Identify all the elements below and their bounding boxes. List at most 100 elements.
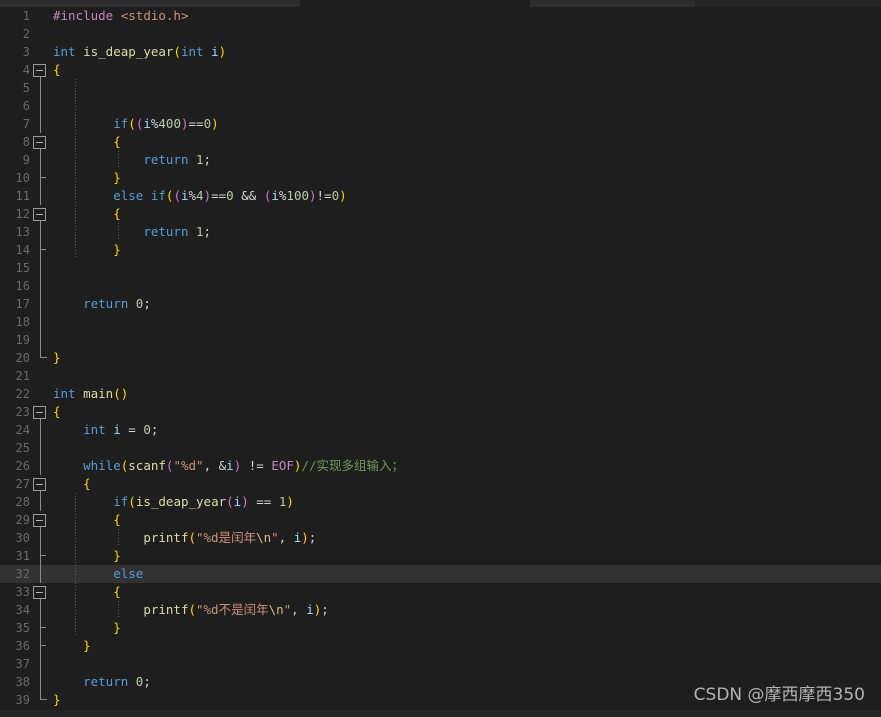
code-line[interactable]: 24 int i = 0;: [0, 421, 881, 439]
code-line[interactable]: 19: [0, 331, 881, 349]
code-line[interactable]: 37: [0, 655, 881, 673]
fold-collapse-icon[interactable]: [33, 514, 46, 527]
line-content: {: [53, 583, 121, 601]
token-brace: (: [226, 494, 234, 509]
token-brace3: }: [113, 170, 121, 185]
code-line[interactable]: 31 }: [0, 547, 881, 565]
token-str: "%d不是闰年: [196, 602, 269, 617]
fold-collapse-icon[interactable]: [33, 136, 46, 149]
code-line[interactable]: 22 int main(): [0, 385, 881, 403]
code-line[interactable]: 18: [0, 313, 881, 331]
fold-gutter-cell: [30, 529, 52, 547]
code-line[interactable]: 17 return 0;: [0, 295, 881, 313]
code-line[interactable]: 3 int is_deap_year(int i): [0, 43, 881, 61]
code-line[interactable]: 7 if((i%400)==0): [0, 115, 881, 133]
tab-strip-trailing: [530, 0, 695, 7]
code-line[interactable]: 8 {: [0, 133, 881, 151]
token-var: i: [306, 602, 314, 617]
line-content: if((i%400)==0): [53, 115, 219, 133]
code-line[interactable]: 28 if(is_deap_year(i) == 1): [0, 493, 881, 511]
line-number: 31: [15, 549, 30, 563]
code-line[interactable]: 14 }: [0, 241, 881, 259]
token-brace3: ): [211, 116, 219, 131]
fold-stem: [40, 277, 41, 295]
fold-collapse-icon[interactable]: [33, 406, 46, 419]
code-line[interactable]: 20}: [0, 349, 881, 367]
code-editor-surface[interactable]: 1 #include <stdio.h> 2 3 int is_deap_year(in…: [0, 7, 881, 710]
fold-collapse-icon[interactable]: [33, 208, 46, 221]
code-line[interactable]: 5: [0, 79, 881, 97]
code-line[interactable]: 10 }: [0, 169, 881, 187]
code-line[interactable]: 32 else: [0, 565, 881, 583]
token-num: 0: [143, 422, 151, 437]
code-line[interactable]: 30 printf("%d是闰年\n", i);: [0, 529, 881, 547]
fold-gutter-cell[interactable]: [30, 205, 52, 223]
fold-stem: [40, 259, 41, 277]
tab-active[interactable]: [300, 0, 530, 7]
code-line[interactable]: 11 else if((i%4)==0 && (i%100)!=0): [0, 187, 881, 205]
fold-gutter-cell[interactable]: [30, 133, 52, 151]
code-line[interactable]: 36 }: [0, 637, 881, 655]
code-line[interactable]: 25: [0, 439, 881, 457]
token-brace3: (: [128, 116, 136, 131]
fold-gutter-cell[interactable]: [30, 61, 52, 79]
line-number: 24: [15, 423, 30, 437]
token-kw: return: [83, 674, 129, 689]
code-line[interactable]: 21: [0, 367, 881, 385]
line-content: }: [53, 349, 61, 367]
fold-stem: [40, 331, 41, 349]
fold-collapse-icon[interactable]: [33, 64, 46, 77]
token-num: 100: [286, 188, 309, 203]
token-num: 4: [196, 188, 204, 203]
fold-gutter-cell: [30, 349, 52, 367]
fold-collapse-icon[interactable]: [33, 586, 46, 599]
token-num: 400: [158, 116, 181, 131]
fold-gutter-cell: [30, 25, 52, 43]
fold-collapse-icon[interactable]: [33, 478, 46, 491]
code-line[interactable]: 33 {: [0, 583, 881, 601]
fold-gutter-cell[interactable]: [30, 511, 52, 529]
line-number: 15: [15, 261, 30, 275]
token-punc: ;: [321, 602, 329, 617]
token-var: i: [143, 116, 151, 131]
fold-region-close-marker: [40, 349, 47, 358]
code-line[interactable]: 34 printf("%d不是闰年\n", i);: [0, 601, 881, 619]
code-line[interactable]: 35 }: [0, 619, 881, 637]
token-com: //实现多组输入；: [301, 458, 405, 473]
code-line[interactable]: 12 {: [0, 205, 881, 223]
code-line[interactable]: 16: [0, 277, 881, 295]
fold-stem: [40, 529, 41, 547]
fold-region-end-marker: [40, 637, 46, 646]
code-editor-window: 1 #include <stdio.h> 2 3 int is_deap_year(in…: [0, 0, 881, 717]
fold-gutter-cell[interactable]: [30, 475, 52, 493]
line-number: 39: [15, 693, 30, 707]
line-content: printf("%d不是闰年\n", i);: [53, 601, 329, 619]
code-line[interactable]: 15: [0, 259, 881, 277]
fold-stem: [40, 295, 41, 313]
code-line[interactable]: 27 {: [0, 475, 881, 493]
code-line[interactable]: 26 while(scanf("%d", &i) != EOF)//实现多组输入…: [0, 457, 881, 475]
code-line[interactable]: 9 return 1;: [0, 151, 881, 169]
line-content: int is_deap_year(int i): [53, 43, 226, 61]
fold-gutter-cell[interactable]: [30, 403, 52, 421]
code-line[interactable]: 29 {: [0, 511, 881, 529]
fold-gutter-cell[interactable]: [30, 583, 52, 601]
code-line[interactable]: 4{: [0, 61, 881, 79]
code-line[interactable]: 23 {: [0, 403, 881, 421]
fold-gutter-cell: [30, 277, 52, 295]
token-brace3: ): [286, 494, 294, 509]
fold-gutter-cell: [30, 421, 52, 439]
code-line[interactable]: 1 #include <stdio.h>: [0, 7, 881, 25]
code-line[interactable]: 2: [0, 25, 881, 43]
token-kw: else: [113, 566, 144, 581]
fold-gutter-cell: [30, 331, 52, 349]
code-line[interactable]: 6: [0, 97, 881, 115]
tab-inactive[interactable]: [0, 0, 300, 7]
code-line[interactable]: 13 return 1;: [0, 223, 881, 241]
line-number: 23: [15, 405, 30, 419]
